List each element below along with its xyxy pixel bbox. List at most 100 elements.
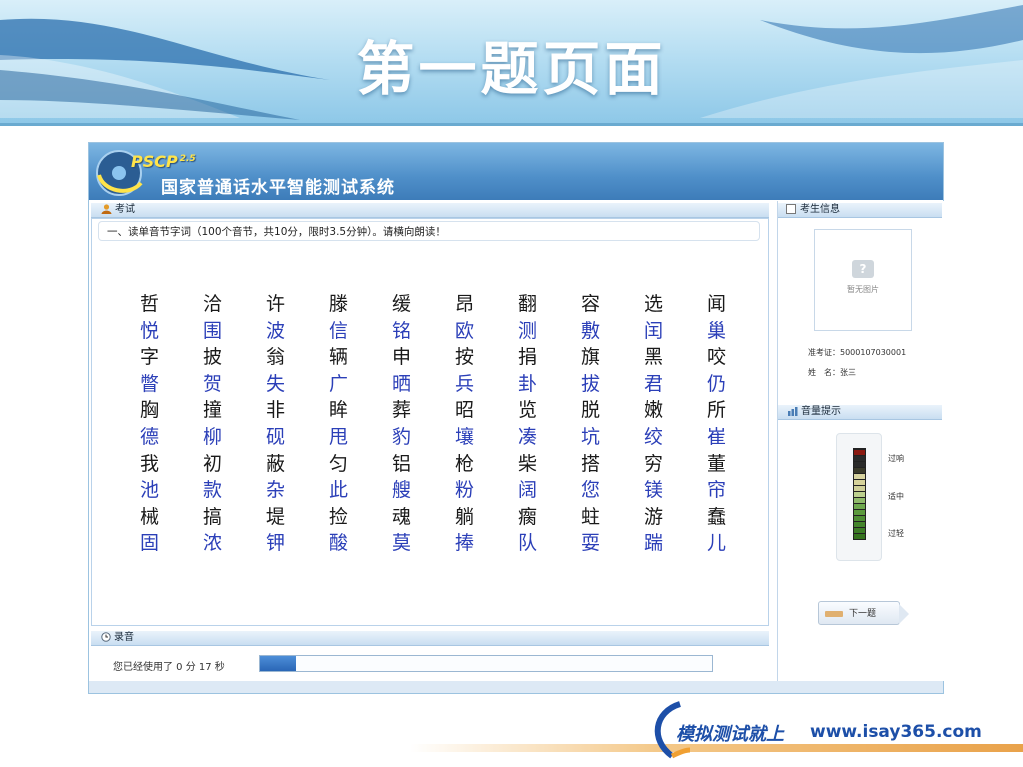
character-cell: 蠢 — [706, 505, 726, 528]
app-header: PSCP 2.5 国家普通话水平智能测试系统 — [89, 143, 943, 200]
character-cell: 翻 — [517, 293, 537, 315]
character-cell: 蛀 — [580, 505, 600, 528]
volume-level-quiet: 过轻 — [888, 529, 904, 538]
character-cell: 游 — [643, 505, 663, 528]
character-cell: 铭 — [391, 319, 411, 342]
character-cell: 初 — [202, 452, 222, 475]
character-cell: 酸 — [328, 532, 348, 555]
character-cell: 艘 — [391, 479, 411, 502]
volume-segment — [854, 467, 865, 473]
character-cell: 眸 — [328, 399, 348, 422]
character-cell: 所 — [706, 399, 726, 422]
character-cell: 搞 — [202, 505, 222, 528]
character-cell: 搭 — [580, 452, 600, 475]
character-cell: 测 — [517, 319, 537, 342]
character-cell: 队 — [517, 532, 537, 555]
character-cell: 胸 — [139, 399, 159, 422]
character-cell: 杂 — [265, 479, 285, 502]
volume-segment — [854, 491, 865, 497]
character-cell: 波 — [265, 319, 285, 342]
logo-word: PSCP — [131, 152, 178, 171]
character-cell: 君 — [643, 372, 663, 395]
character-cell: 壤 — [454, 425, 474, 448]
character-cell: 悦 — [139, 319, 159, 342]
character-cell: 洽 — [202, 293, 222, 315]
character-cell: 粉 — [454, 479, 474, 502]
photo-placeholder-text: 暂无图片 — [847, 285, 879, 294]
character-cell: 儿 — [706, 532, 726, 555]
character-cell: 晒 — [391, 372, 411, 395]
candidate-info-bar: 考生信息 — [778, 203, 942, 218]
character-cell: 帘 — [706, 479, 726, 502]
character-cell: 览 — [517, 399, 537, 422]
character-cell: 脱 — [580, 399, 600, 422]
volume-meter — [853, 448, 866, 540]
character-cell: 豹 — [391, 425, 411, 448]
character-cell: 款 — [202, 479, 222, 502]
character-cell: 葬 — [391, 399, 411, 422]
next-question-label: 下一题 — [849, 609, 877, 619]
volume-segment — [854, 509, 865, 515]
character-cell: 捡 — [328, 505, 348, 528]
character-cell: 甩 — [328, 425, 348, 448]
side-panel: 考生信息 ? 暂无图片 准考证：5000107030001 姓 名：张三 音量提… — [777, 201, 944, 681]
character-cell: 欧 — [454, 319, 474, 342]
system-title: 国家普通话水平智能测试系统 — [161, 178, 395, 198]
arrow-right-icon — [899, 604, 909, 624]
character-cell: 仍 — [706, 372, 726, 395]
character-cell: 耍 — [580, 532, 600, 555]
character-cell: 昂 — [454, 293, 474, 315]
character-cell: 哲 — [139, 293, 159, 315]
user-icon — [101, 204, 112, 214]
character-cell: 瘸 — [517, 505, 537, 528]
character-cell: 旗 — [580, 346, 600, 369]
character-cell: 躺 — [454, 505, 474, 528]
character-cell: 莫 — [391, 532, 411, 555]
character-cell: 拔 — [580, 372, 600, 395]
volume-hint-bar: 音量提示 — [778, 405, 942, 420]
volume-segment — [854, 533, 865, 539]
volume-segment — [854, 461, 865, 467]
exam-id: 准考证：5000107030001 — [808, 348, 907, 357]
character-cell: 董 — [706, 452, 726, 475]
character-cell: 匀 — [328, 452, 348, 475]
character-cell: 穷 — [643, 452, 663, 475]
slide-title: 第一题页面 — [356, 35, 667, 103]
next-question-button[interactable]: 下一题 — [818, 601, 909, 625]
character-cell: 我 — [139, 452, 159, 475]
character-cell: 坑 — [580, 425, 600, 448]
character-cell: 非 — [265, 399, 285, 422]
logo-text: PSCP 2.5 — [131, 152, 196, 171]
character-cell: 踹 — [643, 532, 663, 555]
clock-icon — [101, 632, 111, 642]
character-cell: 枪 — [454, 452, 474, 475]
checkbox-icon — [786, 204, 796, 214]
character-grid: 哲 洽 许 滕 缓 昂 翻 容 选 闻悦 围 波 信 铭 欧 测 敷 闰 巢字 披 翁 辆 申 按 捐 旗 黑 咬瞥 贺 失 广 晒 兵 卦 拔 君 仍… — [118, 291, 748, 557]
character-cell: 申 — [391, 346, 411, 369]
character-cell: 阔 — [517, 479, 537, 502]
volume-segment — [854, 449, 865, 455]
exam-header-bar: 考试 — [91, 203, 769, 218]
character-cell: 械 — [139, 505, 159, 528]
character-cell: 按 — [454, 346, 474, 369]
character-cell: 德 — [139, 425, 159, 448]
character-cell: 崔 — [706, 425, 726, 448]
character-cell: 池 — [139, 479, 159, 502]
character-cell: 铝 — [391, 452, 411, 475]
character-cell: 绞 — [643, 425, 663, 448]
candidate-photo: ? 暂无图片 — [814, 229, 912, 331]
character-cell: 堤 — [265, 505, 285, 528]
slide-banner: 第一题页面 — [0, 0, 1023, 126]
brand-url[interactable]: www.isay365.com — [810, 722, 982, 742]
character-cell: 敷 — [580, 319, 600, 342]
character-cell: 卦 — [517, 372, 537, 395]
character-cell: 围 — [202, 319, 222, 342]
character-cell: 辆 — [328, 346, 348, 369]
character-cell: 撞 — [202, 399, 222, 422]
character-cell: 钾 — [265, 532, 285, 555]
footer-strip — [89, 681, 943, 693]
candidate-name: 姓 名：张三 — [808, 368, 856, 377]
character-cell: 失 — [265, 372, 285, 395]
character-cell: 容 — [580, 293, 600, 315]
bar-chart-icon — [788, 406, 798, 416]
